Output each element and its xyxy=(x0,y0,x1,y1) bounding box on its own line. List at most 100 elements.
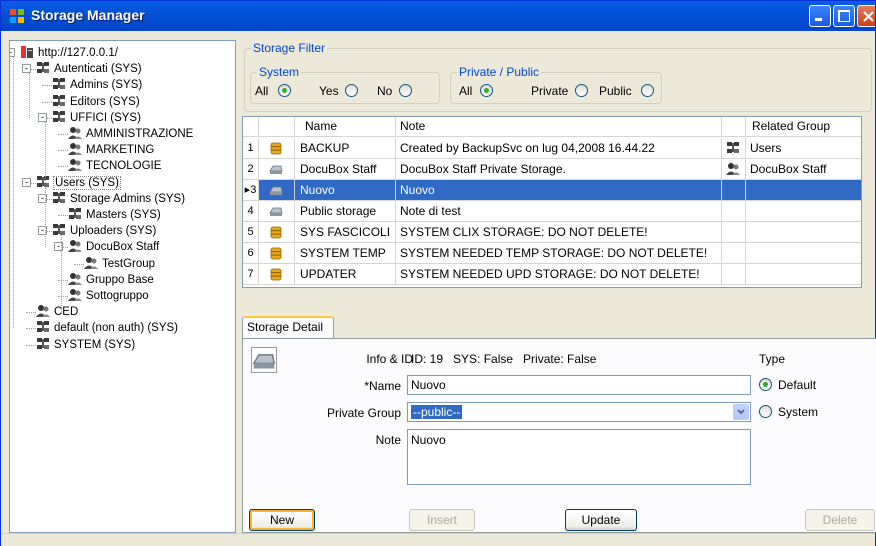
tree-node[interactable]: Storage Admins (SYS) xyxy=(52,191,186,207)
storage-filter: Storage Filter System All Yes No Private… xyxy=(242,40,876,115)
row-related-group-cell[interactable] xyxy=(746,264,861,285)
row-name-cell[interactable]: Public storage xyxy=(295,201,396,222)
row-note-cell[interactable]: SYSTEM NEEDED TEMP STORAGE: DO NOT DELET… xyxy=(396,243,722,264)
tree-node[interactable]: SYSTEM (SYS) xyxy=(36,337,136,353)
combo-dropdown-button[interactable] xyxy=(733,404,749,420)
row-group-icon-cell[interactable] xyxy=(722,264,746,285)
system-yes-radio[interactable] xyxy=(345,84,358,97)
insert-button[interactable]: Insert xyxy=(409,509,475,531)
row-header[interactable]: 6 xyxy=(243,243,259,264)
row-group-icon-cell[interactable] xyxy=(722,201,746,222)
tree-node[interactable]: TECNOLOGIE xyxy=(68,158,162,174)
row-group-icon-cell[interactable] xyxy=(722,243,746,264)
privacy-all-radio[interactable] xyxy=(480,84,493,97)
row-name-cell[interactable]: SYS FASCICOLI xyxy=(295,222,396,243)
tree-node[interactable]: Sottogruppo xyxy=(68,288,150,304)
tree-node[interactable]: http://127.0.0.1/ xyxy=(20,45,119,61)
row-related-group-cell[interactable] xyxy=(746,180,861,201)
maximize-button[interactable] xyxy=(833,5,855,27)
system-all-radio[interactable] xyxy=(278,84,291,97)
minimize-button[interactable] xyxy=(809,5,831,27)
row-icon-cell[interactable] xyxy=(259,243,295,264)
row-note-cell[interactable]: SYSTEM CLIX STORAGE: DO NOT DELETE! xyxy=(396,222,722,243)
row-name-cell[interactable]: UPDATER xyxy=(295,264,396,285)
private-group-select[interactable]: --public-- xyxy=(407,402,751,422)
title-bar[interactable]: Storage Manager xyxy=(1,1,875,31)
type-default-radio[interactable] xyxy=(759,378,772,391)
row-group-icon-cell[interactable] xyxy=(722,138,746,159)
new-button[interactable]: New xyxy=(249,509,315,531)
privacy-private-label[interactable]: Private xyxy=(531,84,568,98)
row-header[interactable]: 7 xyxy=(243,264,259,285)
row-name-cell[interactable]: BACKUP xyxy=(295,138,396,159)
group-tree[interactable]: - http://127.0.0.1/- Autenticati (SYS) Admi… xyxy=(9,40,236,533)
tree-expander[interactable]: - xyxy=(10,48,15,57)
row-header[interactable]: 5 xyxy=(243,222,259,243)
row-icon-cell[interactable] xyxy=(259,159,295,180)
row-note-cell[interactable]: DocuBox Staff Private Storage. xyxy=(396,159,722,180)
system-all-label[interactable]: All xyxy=(255,84,268,98)
row-group-icon-cell[interactable] xyxy=(722,222,746,243)
row-header[interactable]: 4 xyxy=(243,201,259,222)
privacy-all-label[interactable]: All xyxy=(459,84,472,98)
type-default-label[interactable]: Default xyxy=(778,378,816,392)
system-yes-label[interactable]: Yes xyxy=(319,84,339,98)
storage-grid[interactable]: Name Note Related Group 1 BACKUP Created b… xyxy=(242,116,862,288)
tree-node[interactable]: Masters (SYS) xyxy=(68,207,162,223)
grid-header-note[interactable]: Note xyxy=(396,117,722,137)
tree-node[interactable]: default (non auth) (SYS) xyxy=(36,320,179,336)
row-header[interactable]: 2 xyxy=(243,159,259,180)
tree-node[interactable]: Users (SYS) xyxy=(36,175,121,191)
tree-node[interactable]: DocuBox Staff xyxy=(68,239,160,255)
row-header[interactable]: ▸3 xyxy=(243,180,259,201)
type-system-label[interactable]: System xyxy=(778,405,818,419)
row-name-cell[interactable]: DocuBox Staff xyxy=(295,159,396,180)
row-related-group-cell[interactable] xyxy=(746,222,861,243)
row-note-cell[interactable]: Nuovo xyxy=(396,180,722,201)
tree-expander[interactable]: - xyxy=(22,64,31,74)
row-icon-cell[interactable] xyxy=(259,180,295,201)
privacy-public-radio[interactable] xyxy=(641,84,654,97)
row-header[interactable]: 1 xyxy=(243,138,259,159)
row-related-group-cell[interactable] xyxy=(746,243,861,264)
row-group-icon-cell[interactable] xyxy=(722,159,746,180)
row-icon-cell[interactable] xyxy=(259,201,295,222)
privacy-public-label[interactable]: Public xyxy=(599,84,632,98)
privacy-private-radio[interactable] xyxy=(575,84,588,97)
row-icon-cell[interactable] xyxy=(259,222,295,243)
close-button[interactable] xyxy=(857,5,875,27)
row-note-cell[interactable]: Note di test xyxy=(396,201,722,222)
tree-node[interactable]: AMMINISTRAZIONE xyxy=(68,126,194,142)
row-name-cell[interactable]: SYSTEM TEMP xyxy=(295,243,396,264)
tree-node[interactable]: CED xyxy=(36,304,79,320)
tree-node[interactable]: Editors (SYS) xyxy=(52,94,141,110)
tree-expander[interactable]: - xyxy=(38,112,47,122)
grid-header-related-group[interactable]: Related Group xyxy=(746,117,861,137)
tree-expander[interactable]: - xyxy=(22,177,31,187)
note-field[interactable]: Nuovo xyxy=(407,429,751,485)
row-group-icon-cell[interactable] xyxy=(722,180,746,201)
tree-node[interactable]: Admins (SYS) xyxy=(52,77,143,93)
grid-header-name[interactable]: Name xyxy=(295,117,396,137)
row-icon-cell[interactable] xyxy=(259,138,295,159)
tree-node[interactable]: UFFICI (SYS) xyxy=(52,110,142,126)
row-icon-cell[interactable] xyxy=(259,264,295,285)
name-field[interactable]: Nuovo xyxy=(407,375,751,395)
tree-node[interactable]: Gruppo Base xyxy=(68,272,155,288)
row-related-group-cell[interactable]: DocuBox Staff xyxy=(746,159,861,180)
tree-node[interactable]: Uploaders (SYS) xyxy=(52,223,157,239)
delete-button[interactable]: Delete xyxy=(805,509,875,531)
update-button[interactable]: Update xyxy=(565,509,637,531)
tree-node[interactable]: MARKETING xyxy=(68,142,155,158)
tab-storage-detail[interactable]: Storage Detail xyxy=(242,316,334,339)
tree-node[interactable]: Autenticati (SYS) xyxy=(36,61,143,77)
system-no-radio[interactable] xyxy=(399,84,412,97)
row-related-group-cell[interactable]: Users xyxy=(746,138,861,159)
row-note-cell[interactable]: Created by BackupSvc on lug 04,2008 16.4… xyxy=(396,138,722,159)
type-system-radio[interactable] xyxy=(759,405,772,418)
tree-node[interactable]: TestGroup xyxy=(84,256,156,272)
row-related-group-cell[interactable] xyxy=(746,201,861,222)
row-name-cell[interactable]: Nuovo xyxy=(295,180,396,201)
row-note-cell[interactable]: SYSTEM NEEDED UPD STORAGE: DO NOT DELETE… xyxy=(396,264,722,285)
system-no-label[interactable]: No xyxy=(377,84,392,98)
